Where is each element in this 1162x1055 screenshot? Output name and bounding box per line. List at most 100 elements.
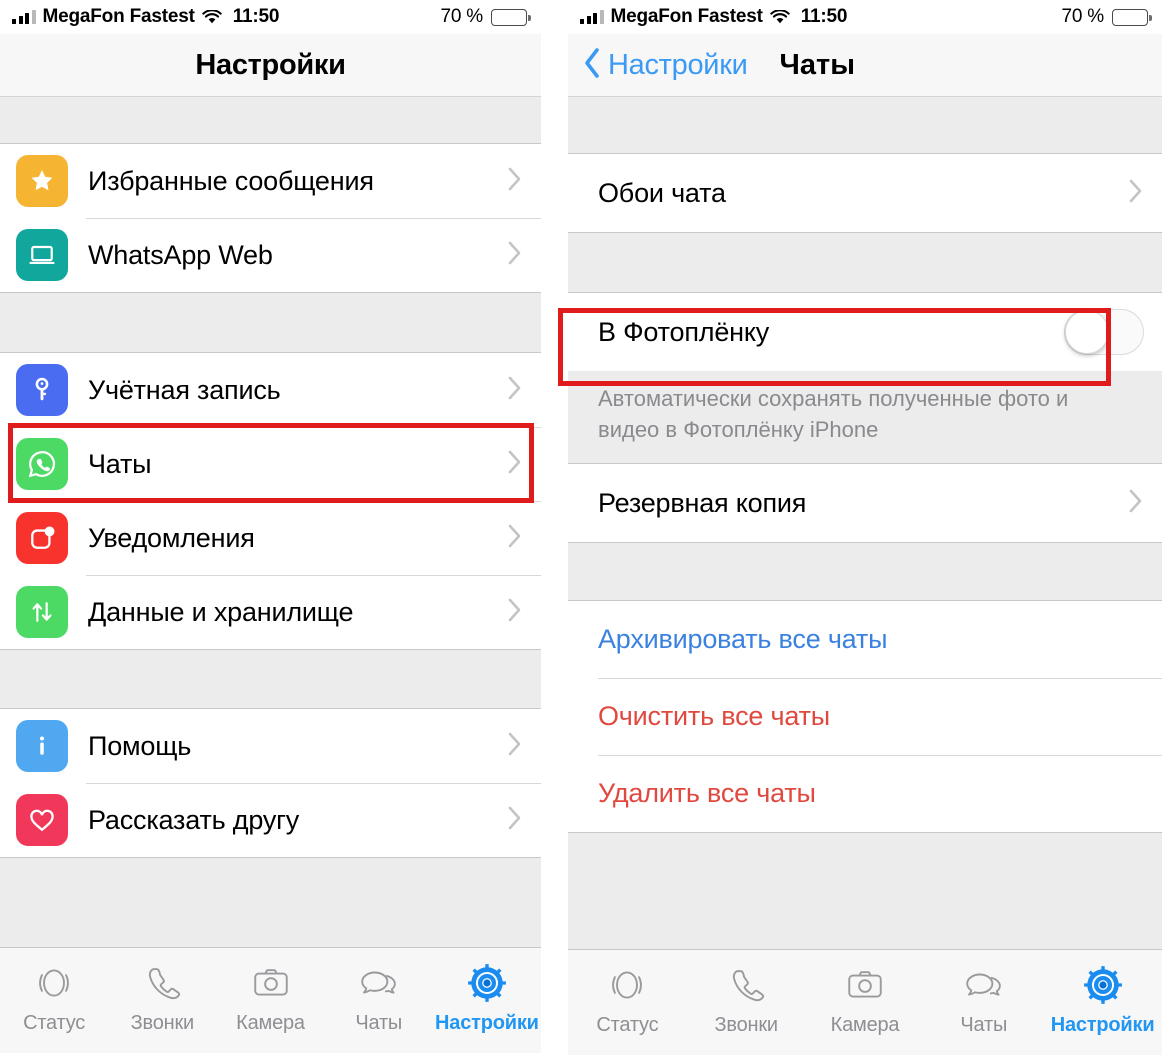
gear-icon [1082,962,1124,1008]
status-bar-right-group: 70 % [1061,6,1152,28]
row-label: Обои чата [598,177,726,208]
tab-settings[interactable]: Настройки [433,960,541,1035]
left-phone-screen: MegaFon Fastest 11:50 70 % Настройки Изб… [0,0,541,1053]
wifi-icon [201,9,222,25]
status-bar-left-group: MegaFon Fastest 11:50 [12,6,279,28]
tab-label: Настройки [435,1012,539,1034]
battery-percent-label: 70 % [1061,6,1104,27]
status-bar-left-group: MegaFon Fastest 11:50 [580,6,847,28]
list-spacer [0,650,541,708]
status-ring-icon [606,962,648,1008]
whatsapp-icon [16,438,68,490]
sidebar-item-label: Чаты [88,448,152,479]
sidebar-item-label: Помощь [88,730,192,761]
sidebar-item-account[interactable]: Учётная запись [0,353,541,427]
chevron-right-icon [507,448,523,481]
chevron-left-icon [582,46,602,85]
list-spacer [0,858,541,900]
row-backup[interactable]: Резервная копия [568,464,1162,542]
back-button[interactable]: Настройки [582,46,748,85]
row-delete-all-chats[interactable]: Удалить все чаты [568,755,1162,832]
tab-chats[interactable]: Чаты [325,960,433,1035]
nav-bar-left: Настройки [0,34,541,97]
settings-list: Избранные сообщения WhatsApp Web Учётная… [0,97,541,947]
chats-settings-list: Обои чата В Фотоплёнку Автоматически сох… [568,97,1162,949]
chevron-right-icon [507,596,523,629]
carrier-label: MegaFon Fastest [42,6,195,27]
row-chat-wallpaper[interactable]: Обои чата [568,154,1162,232]
tab-chats[interactable]: Чаты [924,962,1043,1037]
tab-label: Настройки [1050,1014,1155,1036]
info-icon [16,720,68,772]
phone-icon [141,960,183,1006]
right-phone-screen: MegaFon Fastest 11:50 70 % Настройки Чат… [558,0,1162,1055]
camera-icon [250,960,292,1006]
tab-settings[interactable]: Настройки [1043,962,1162,1037]
sidebar-item-label: Уведомления [88,522,255,553]
chevron-right-icon [1128,177,1144,210]
page-title: Чаты [779,48,855,81]
row-clear-all-chats[interactable]: Очистить все чаты [568,678,1162,755]
gear-icon [466,960,508,1006]
key-icon [16,364,68,416]
backup-group: Резервная копия [568,463,1162,543]
sidebar-item-chats[interactable]: Чаты [0,427,541,501]
chat-bubbles-icon [963,962,1005,1008]
page-title: Настройки [195,48,346,81]
sidebar-item-label: Рассказать другу [88,804,300,835]
sidebar-item-label: Избранные сообщения [88,165,374,196]
tab-camera[interactable]: Камера [806,962,925,1037]
chevron-right-icon [507,165,523,198]
tab-label: Чаты [355,1012,403,1034]
row-archive-all-chats[interactable]: Архивировать все чаты [568,601,1162,678]
status-bar-right-group: 70 % [440,6,531,28]
back-button-label: Настройки [608,48,748,81]
tab-calls[interactable]: Звонки [108,960,216,1035]
star-icon [16,155,68,207]
carrier-label: MegaFon Fastest [610,6,763,27]
toggle-knob [1065,310,1109,354]
action-label: Очистить все чаты [598,701,830,731]
list-spacer [0,293,541,352]
clock-label: 11:50 [232,6,280,27]
sidebar-item-help[interactable]: Помощь [0,709,541,783]
sidebar-item-label: Данные и хранилище [88,596,354,627]
tab-label: Звонки [714,1014,779,1036]
tab-bar-left: Статус Звонки Камера Чаты Настройки [0,947,541,1053]
status-bar-right: MegaFon Fastest 11:50 70 % [568,0,1162,34]
sidebar-item-starred-messages[interactable]: Избранные сообщения [0,144,541,218]
action-label: Архивировать все чаты [598,624,888,654]
tab-status[interactable]: Статус [568,962,687,1037]
action-label: Удалить все чаты [598,778,816,808]
list-spacer [568,833,1162,873]
sidebar-item-notifications[interactable]: Уведомления [0,501,541,575]
status-bar-left: MegaFon Fastest 11:50 70 % [0,0,541,34]
tab-label: Чаты [960,1014,1008,1036]
panel-gap [541,0,568,990]
heart-icon [16,794,68,846]
data-arrows-icon [16,586,68,638]
chat-actions-group: Архивировать все чаты Очистить все чаты … [568,600,1162,833]
chevron-right-icon [1128,487,1144,520]
sidebar-item-whatsapp-web[interactable]: WhatsApp Web [0,218,541,292]
list-spacer [0,97,541,143]
notification-badge-icon [16,512,68,564]
list-spacer [568,97,1162,153]
row-save-to-camera-roll[interactable]: В Фотоплёнку [568,293,1162,371]
tab-camera[interactable]: Камера [216,960,324,1035]
phone-icon [725,962,767,1008]
tab-status[interactable]: Статус [0,960,108,1035]
save-to-camera-roll-toggle[interactable] [1064,309,1144,355]
sidebar-item-data-and-storage[interactable]: Данные и хранилище [0,575,541,649]
sidebar-item-label: Учётная запись [88,374,281,405]
status-ring-icon [33,960,75,1006]
list-spacer [568,233,1162,292]
tab-calls[interactable]: Звонки [687,962,806,1037]
dual-phone-screenshot: MegaFon Fastest 11:50 70 % Настройки Изб… [0,0,1162,1055]
chevron-right-icon [507,522,523,555]
wifi-icon [769,9,790,25]
camera-roll-description: Автоматически сохранять полученные фото … [568,371,1162,463]
sidebar-item-tell-a-friend[interactable]: Рассказать другу [0,783,541,857]
tab-label: Статус [596,1014,659,1036]
tab-label: Камера [830,1014,900,1036]
